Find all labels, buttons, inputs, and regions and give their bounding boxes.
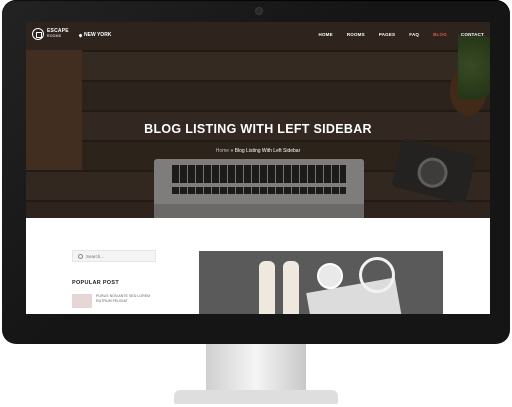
- monitor-base: [174, 390, 338, 404]
- post-thumbnail[interactable]: [72, 294, 92, 308]
- logo-subtitle: ROOMS: [47, 34, 62, 38]
- monitor-frame: ESCAPE ROOMS NEW YORK HOME ROOMS PAGES F…: [2, 0, 510, 344]
- location-pin-icon: [78, 32, 83, 38]
- nav-faq[interactable]: FAQ: [409, 32, 419, 37]
- breadcrumb-current: Blog Listing With Left Sidebar: [234, 148, 301, 154]
- breadcrumb-separator: »: [230, 148, 234, 154]
- nav-blog[interactable]: BLOG: [433, 32, 447, 37]
- popular-post-heading: POPULAR POST: [72, 280, 119, 286]
- top-navigation-bar: ESCAPE ROOMS NEW YORK HOME ROOMS PAGES F…: [26, 22, 490, 50]
- photo-coffee-cup: [317, 263, 343, 289]
- breadcrumb-home-link[interactable]: Home: [216, 148, 229, 154]
- photo-leg: [283, 261, 299, 314]
- location-selector[interactable]: NEW YORK: [78, 32, 112, 38]
- main-menu: HOME ROOMS PAGES FAQ BLOG CONTACT: [319, 32, 485, 37]
- logo-mark-icon: [32, 28, 44, 40]
- search-icon: [78, 253, 83, 259]
- content-area: POPULAR POST PURUS NON ANTE SED LOREM RU…: [26, 218, 490, 314]
- location-label: NEW YORK: [84, 32, 112, 38]
- photo-headphones: [359, 257, 395, 293]
- nav-contact[interactable]: CONTACT: [461, 32, 484, 37]
- breadcrumb: Home » Blog Listing With Left Sidebar: [26, 148, 490, 154]
- nav-pages[interactable]: PAGES: [379, 32, 395, 37]
- hero-banner: ESCAPE ROOMS NEW YORK HOME ROOMS PAGES F…: [26, 22, 490, 218]
- photo-leg: [259, 261, 275, 314]
- site-logo[interactable]: ESCAPE ROOMS: [32, 28, 69, 40]
- blog-post-image[interactable]: [199, 251, 443, 314]
- post-title[interactable]: PURUS NON ANTE SED LOREM RUTRUM FEUGIAT: [96, 294, 160, 303]
- sidebar-search[interactable]: [72, 250, 156, 262]
- nav-rooms[interactable]: ROOMS: [347, 32, 365, 37]
- hero-overlay: [26, 22, 490, 218]
- search-input[interactable]: [86, 253, 146, 259]
- page-title: BLOG LISTING WITH LEFT SIDEBAR: [144, 122, 372, 136]
- webcam: [255, 7, 263, 15]
- monitor-stand: [206, 344, 306, 396]
- popular-post-item[interactable]: PURUS NON ANTE SED LOREM RUTRUM FEUGIAT: [72, 294, 162, 314]
- website-screen: ESCAPE ROOMS NEW YORK HOME ROOMS PAGES F…: [26, 22, 490, 314]
- nav-home[interactable]: HOME: [319, 32, 333, 37]
